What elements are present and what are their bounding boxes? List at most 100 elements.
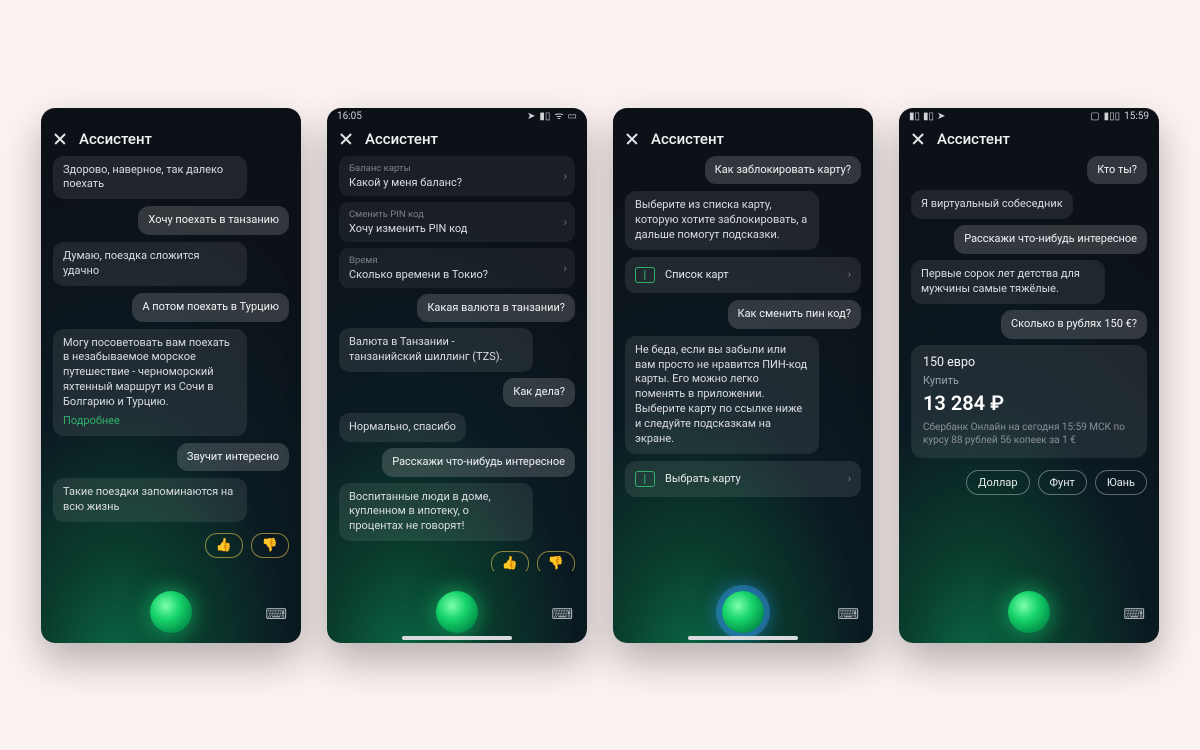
suggestion-caption: Баланс карты: [349, 163, 565, 174]
battery-icon: ▭: [568, 112, 577, 122]
statusbar: [613, 108, 873, 124]
app-header: Ассистент: [613, 124, 873, 156]
feedback-row: 👍 👎: [53, 533, 289, 558]
user-message: Хочу поехать в танзанию: [138, 206, 289, 235]
status-time: 15:59: [1124, 111, 1149, 122]
home-indicator: [688, 636, 798, 640]
close-icon[interactable]: [339, 132, 353, 146]
chevron-right-icon: ›: [563, 215, 567, 229]
user-message: А потом поехать в Турцию: [132, 293, 289, 322]
wifi-icon: ᯤ: [554, 112, 563, 122]
suggestion-text: Какой у меня баланс?: [349, 176, 565, 189]
suggestion-pin[interactable]: Сменить PIN код Хочу изменить PIN код ›: [339, 202, 575, 242]
assistant-message: Не беда, если вы забыли или вам просто н…: [625, 336, 819, 454]
voice-orb[interactable]: [722, 591, 764, 633]
chip-yuan[interactable]: Юань: [1095, 470, 1147, 495]
voice-orb[interactable]: [150, 591, 192, 633]
app-title: Ассистент: [365, 130, 438, 148]
currency-amount: 150 евро: [923, 355, 1135, 370]
keyboard-icon[interactable]: ⌨: [265, 605, 287, 623]
app-title: Ассистент: [79, 130, 152, 148]
suggestion-caption: Время: [349, 255, 565, 266]
signal-icon: ▮▯: [923, 112, 934, 122]
suggestion-caption: Сменить PIN код: [349, 209, 565, 220]
currency-chips: Доллар Фунт Юань: [911, 470, 1147, 495]
close-icon[interactable]: [625, 132, 639, 146]
chat-area: Здорово, наверное, так далеко поехать Хо…: [41, 156, 301, 571]
signal-icon: ▮▯: [539, 112, 550, 122]
suggestion-time[interactable]: Время Сколько времени в Токио? ›: [339, 248, 575, 288]
suggestion-balance[interactable]: Баланс карты Какой у меня баланс? ›: [339, 156, 575, 196]
location-icon: ➤: [527, 112, 535, 122]
thumbs-down-button[interactable]: 👎: [251, 533, 289, 558]
status-icons-right: ▢ ▮▯▯ 15:59: [1090, 111, 1149, 122]
action-label: Список карт: [665, 268, 729, 281]
action-card-list[interactable]: Список карт ›: [625, 257, 861, 293]
suggestion-text: Хочу изменить PIN код: [349, 222, 565, 235]
action-select-card[interactable]: Выбрать карту ›: [625, 461, 861, 497]
chevron-right-icon: ›: [848, 472, 851, 485]
cards-icon: [635, 471, 655, 487]
user-message: Сколько в рублях 150 €?: [1001, 310, 1147, 339]
cards-icon: [635, 267, 655, 283]
chevron-right-icon: ›: [563, 261, 567, 275]
chat-area: Кто ты? Я виртуальный собеседник Расскаж…: [899, 156, 1159, 571]
statusbar: 16:05 ➤ ▮▯ ᯤ ▭: [327, 108, 587, 124]
assistant-message: Выберите из списка карту, которую хотите…: [625, 191, 819, 250]
status-icons: ➤ ▮▯ ᯤ ▭: [527, 112, 577, 122]
user-message: Как сменить пин код?: [728, 300, 862, 329]
statusbar: [41, 108, 301, 124]
action-label: Выбрать карту: [665, 472, 741, 485]
voice-area: ⌨: [327, 571, 587, 643]
chevron-right-icon: ›: [563, 169, 567, 183]
assistant-message: Нормально, спасибо: [339, 413, 466, 442]
thumbs-up-button[interactable]: 👍: [491, 551, 529, 570]
statusbar: ▮▯ ▮▯ ➤ ▢ ▮▯▯ 15:59: [899, 108, 1159, 124]
close-icon[interactable]: [53, 132, 67, 146]
assistant-message: Могу посоветовать вам поехать в незабыва…: [53, 329, 247, 436]
suggestion-text: Сколько времени в Токио?: [349, 268, 565, 281]
close-icon[interactable]: [911, 132, 925, 146]
assistant-message: Валюта в Танзании - танзанийский шиллинг…: [339, 328, 533, 372]
chevron-right-icon: ›: [848, 268, 851, 281]
home-indicator: [402, 636, 512, 640]
message-text: Могу посоветовать вам поехать в незабыва…: [63, 336, 230, 408]
keyboard-icon[interactable]: ⌨: [837, 605, 859, 623]
user-message: Расскажи что-нибудь интересное: [382, 448, 575, 477]
status-icons-left: ▮▯ ▮▯ ➤: [909, 112, 945, 122]
details-link[interactable]: Подробнее: [63, 414, 237, 429]
voice-area: ⌨: [613, 571, 873, 643]
voice-orb[interactable]: [436, 591, 478, 633]
assistant-message: Я виртуальный собеседник: [911, 190, 1073, 219]
currency-note: Сбербанк Онлайн на сегодня 15:59 МСК по …: [923, 421, 1135, 448]
vibrate-icon: ▢: [1090, 112, 1099, 122]
user-message: Звучит интересно: [177, 443, 289, 472]
currency-action[interactable]: Купить: [923, 374, 1135, 387]
thumbs-up-button[interactable]: 👍: [205, 533, 243, 558]
phone-screen-3: Ассистент Как заблокировать карту? Выбер…: [613, 108, 873, 643]
user-message: Как дела?: [503, 378, 575, 407]
user-message: Какая валюта в танзании?: [417, 294, 575, 323]
app-header: Ассистент: [899, 124, 1159, 156]
chat-area: Как заблокировать карту? Выберите из спи…: [613, 156, 873, 571]
user-message: Расскажи что-нибудь интересное: [954, 225, 1147, 254]
assistant-message: Думаю, поездка сложится удачно: [53, 242, 247, 286]
voice-orb[interactable]: [1008, 591, 1050, 633]
voice-area: ⌨: [899, 571, 1159, 643]
chip-pound[interactable]: Фунт: [1038, 470, 1087, 495]
battery-icon: ▮▯▯: [1104, 112, 1121, 122]
assistant-message: Воспитанные люди в доме, купленном в ипо…: [339, 483, 533, 542]
assistant-message: Такие поездки запоминаются на всю жизнь: [53, 478, 247, 522]
assistant-message: Здорово, наверное, так далеко поехать: [53, 156, 247, 200]
phone-screen-4: ▮▯ ▮▯ ➤ ▢ ▮▯▯ 15:59 Ассистент Кто ты? Я …: [899, 108, 1159, 643]
chip-dollar[interactable]: Доллар: [966, 470, 1029, 495]
app-title: Ассистент: [651, 130, 724, 148]
currency-card: 150 евро Купить 13 284 ₽ Сбербанк Онлайн…: [911, 345, 1147, 458]
send-icon: ➤: [937, 112, 945, 122]
keyboard-icon[interactable]: ⌨: [551, 605, 573, 623]
phone-screen-2: 16:05 ➤ ▮▯ ᯤ ▭ Ассистент Баланс карты Ка…: [327, 108, 587, 643]
thumbs-down-button[interactable]: 👎: [537, 551, 575, 570]
status-time: 16:05: [337, 111, 362, 122]
keyboard-icon[interactable]: ⌨: [1123, 605, 1145, 623]
feedback-row: 👍 👎: [339, 551, 575, 570]
